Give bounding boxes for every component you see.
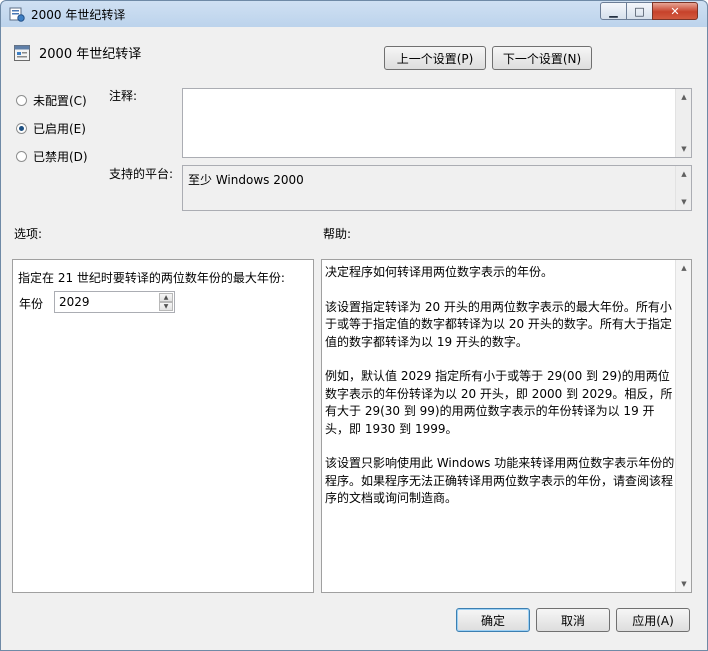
comment-textarea[interactable]: ▲ ▼ xyxy=(182,88,692,158)
minimize-icon: ▁ xyxy=(609,4,618,18)
scroll-up-icon[interactable]: ▲ xyxy=(676,89,692,105)
close-button[interactable]: ✕ xyxy=(652,2,698,20)
maximize-button[interactable]: □ xyxy=(626,2,653,20)
minimize-button[interactable]: ▁ xyxy=(600,2,627,20)
maximize-icon: □ xyxy=(634,4,645,18)
radio-dot xyxy=(16,95,27,106)
scroll-down-icon[interactable]: ▼ xyxy=(676,576,692,592)
platform-scrollbar[interactable]: ▲ ▼ xyxy=(675,166,691,210)
year-spinbox[interactable]: 2029 ▲ ▼ xyxy=(54,291,175,313)
help-panel: 决定程序如何转译用两位数字表示的年份。 该设置指定转译为 20 开头的用两位数字… xyxy=(321,259,692,593)
help-scrollbar[interactable]: ▲ ▼ xyxy=(675,260,691,592)
spin-down-icon[interactable]: ▼ xyxy=(159,302,173,311)
help-section-label: 帮助: xyxy=(323,227,352,241)
radio-dot-selected xyxy=(16,123,27,134)
help-paragraph: 决定程序如何转译用两位数字表示的年份。 xyxy=(325,265,554,279)
help-paragraph: 该设置指定转译为 20 开头的用两位数字表示的最大年份。所有小于或等于指定值的数… xyxy=(325,299,672,349)
radio-label: 未配置(C) xyxy=(33,94,87,108)
policy-setting-icon xyxy=(14,45,30,61)
year-value[interactable]: 2029 xyxy=(59,295,90,309)
scroll-up-icon[interactable]: ▲ xyxy=(676,260,692,276)
ok-button[interactable]: 确定 xyxy=(456,608,530,632)
radio-label: 已启用(E) xyxy=(33,122,86,136)
radio-disabled[interactable]: 已禁用(D) xyxy=(16,148,88,165)
scroll-up-icon[interactable]: ▲ xyxy=(676,166,692,182)
policy-title: 2000 年世纪转译 xyxy=(39,47,142,62)
help-paragraph: 该设置只影响使用此 Windows 功能来转译用两位数字表示年份的程序。如果程序… xyxy=(325,456,675,506)
help-paragraph: 例如，默认值 2029 指定所有小于或等于 29(00 到 29)的用两位数字表… xyxy=(325,369,673,436)
help-text: 决定程序如何转译用两位数字表示的年份。 该设置指定转译为 20 开头的用两位数字… xyxy=(325,264,675,525)
policy-window-icon xyxy=(9,7,25,22)
scroll-down-icon[interactable]: ▼ xyxy=(676,141,692,157)
platform-textbox: 至少 Windows 2000 ▲ ▼ xyxy=(182,165,692,211)
radio-dot xyxy=(16,151,27,162)
apply-button[interactable]: 应用(A) xyxy=(616,608,690,632)
window-title: 2000 年世纪转译 xyxy=(31,8,126,22)
options-section-label: 选项: xyxy=(14,227,43,241)
scroll-down-icon[interactable]: ▼ xyxy=(676,194,692,210)
year-label: 年份 xyxy=(19,297,44,311)
previous-setting-button[interactable]: 上一个设置(P) xyxy=(384,46,486,70)
comment-scrollbar[interactable]: ▲ ▼ xyxy=(675,89,691,157)
platform-label: 支持的平台: xyxy=(109,167,174,181)
title-bar[interactable]: 2000 年世纪转译 ▁ □ ✕ xyxy=(1,1,707,27)
spin-up-icon[interactable]: ▲ xyxy=(159,293,173,302)
radio-enabled[interactable]: 已启用(E) xyxy=(16,120,86,137)
platform-value: 至少 Windows 2000 xyxy=(188,173,304,187)
options-description: 指定在 21 世纪时要转译的两位数年份的最大年份: xyxy=(18,271,285,285)
dialog-window: 2000 年世纪转译 ▁ □ ✕ 2000 年世纪转译 上一个设置(P) 下一个… xyxy=(0,0,708,651)
radio-not-configured[interactable]: 未配置(C) xyxy=(16,92,87,109)
next-setting-button[interactable]: 下一个设置(N) xyxy=(492,46,592,70)
radio-label: 已禁用(D) xyxy=(33,150,88,164)
comment-label: 注释: xyxy=(109,89,138,103)
close-icon: ✕ xyxy=(670,4,680,18)
cancel-button[interactable]: 取消 xyxy=(536,608,610,632)
